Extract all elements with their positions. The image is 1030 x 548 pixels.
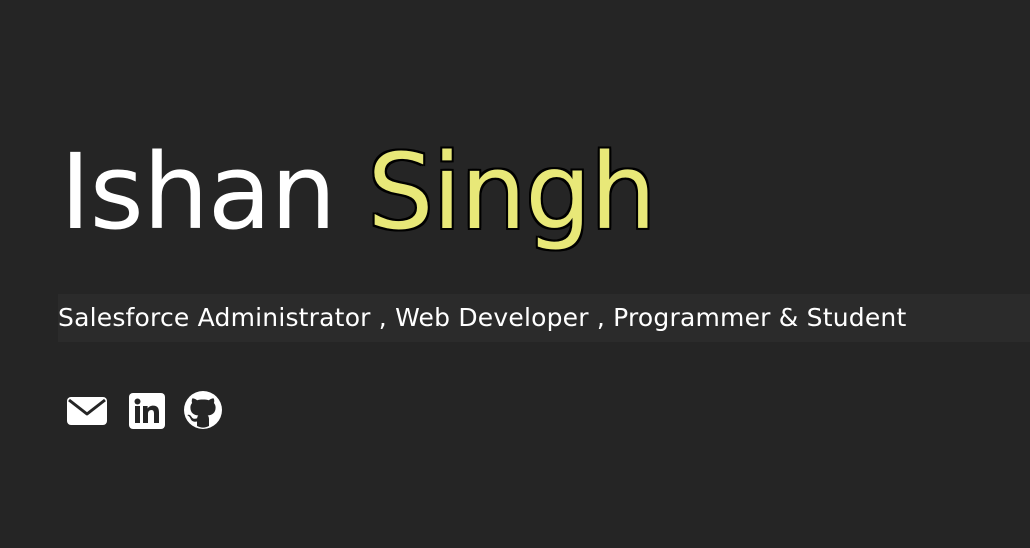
github-icon	[184, 391, 222, 429]
social-links	[66, 389, 222, 431]
github-link[interactable]	[182, 389, 222, 431]
roles-band: Salesforce Administrator , Web Developer…	[58, 294, 1030, 342]
hero-section: Ishan Singh	[60, 140, 1030, 244]
last-name: Singh	[367, 131, 656, 253]
mail-icon	[67, 397, 107, 425]
linkedin-link[interactable]	[126, 389, 165, 431]
mail-link[interactable]	[66, 389, 108, 431]
roles-subtitle: Salesforce Administrator , Web Developer…	[58, 303, 907, 332]
linkedin-icon	[129, 393, 165, 429]
page-title: Ishan Singh	[60, 140, 1030, 244]
first-name: Ishan	[60, 131, 336, 253]
